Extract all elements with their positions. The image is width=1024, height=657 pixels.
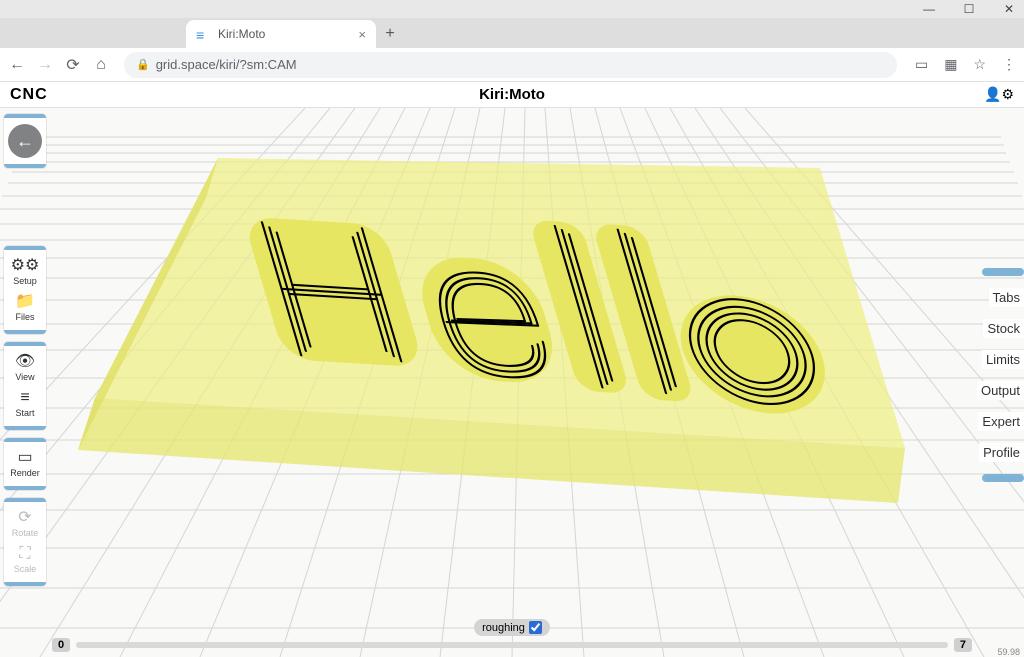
slider-track[interactable] <box>76 642 948 648</box>
panel-item-limits[interactable]: Limits <box>982 350 1024 369</box>
tool-label: Rotate <box>12 528 39 538</box>
nav-forward-icon[interactable]: → <box>36 56 54 74</box>
tool-label: Files <box>15 312 34 322</box>
mode-label[interactable]: CNC <box>10 86 48 104</box>
roughing-checkbox[interactable] <box>529 621 542 634</box>
nav-back-icon[interactable]: ← <box>8 56 26 74</box>
roughing-toggle[interactable]: roughing <box>474 619 550 636</box>
scale-icon: ⛶ <box>19 546 30 562</box>
rectangle-dashed-icon: ▭ <box>17 450 32 466</box>
nav-home-icon[interactable]: ⌂ <box>92 56 110 74</box>
tool-start[interactable]: ≡ Start <box>4 386 46 422</box>
cast-icon[interactable]: ▭ <box>915 56 928 73</box>
lock-icon: 🔒 <box>136 58 150 71</box>
bookmark-icon[interactable]: ☆ <box>973 56 986 73</box>
tool-group-render: ▭ Render <box>4 438 46 490</box>
folder-icon: 📁 <box>15 294 35 310</box>
panel-item-expert[interactable]: Expert <box>978 412 1024 431</box>
left-toolbar: ← ⚙⚙ Setup 📁 Files 👁 View ≡ Start <box>4 114 46 586</box>
browser-right-icons: ▭ ▦ ☆ ⋮ <box>915 56 1016 73</box>
list-icon: ≡ <box>20 390 29 406</box>
panel-cap-top <box>982 268 1024 276</box>
tab-favicon-icon <box>196 27 210 41</box>
app-title: Kiri:Moto <box>479 86 545 103</box>
tool-label: Render <box>10 468 40 478</box>
window-close-icon[interactable]: ✕ <box>1002 2 1016 16</box>
tool-view[interactable]: 👁 View <box>4 350 46 386</box>
browser-tab-active[interactable]: Kiri:Moto × <box>186 20 376 48</box>
bottom-bar: roughing 0 7 <box>0 619 1024 657</box>
menu-icon[interactable]: ⋮ <box>1002 56 1016 73</box>
user-settings-icon[interactable]: 👤⚙ <box>984 86 1014 103</box>
tool-group-rotate-scale: ⟳ Rotate ⛶ Scale <box>4 498 46 586</box>
panel-cap-bottom <box>982 474 1024 482</box>
gear-icon: ⚙⚙ <box>11 258 40 274</box>
url-input[interactable]: 🔒 grid.space/kiri/?sm:CAM <box>124 52 897 78</box>
right-panel: Tabs Stock Limits Output Expert Profile <box>970 268 1024 482</box>
eye-icon: 👁 <box>15 354 35 370</box>
slider-fill <box>76 642 948 648</box>
tool-label: Scale <box>14 564 37 574</box>
panel-item-tabs[interactable]: Tabs <box>989 288 1024 307</box>
roughing-label: roughing <box>482 622 525 634</box>
slider-start-label: 0 <box>52 638 70 652</box>
browser-address-bar: ← → ⟳ ⌂ 🔒 grid.space/kiri/?sm:CAM ▭ ▦ ☆ … <box>0 48 1024 82</box>
slider-end-label: 7 <box>954 638 972 652</box>
url-text: grid.space/kiri/?sm:CAM <box>156 57 297 72</box>
nav-reload-icon[interactable]: ⟳ <box>64 56 82 74</box>
browser-tab-strip: Kiri:Moto × + <box>0 18 1024 48</box>
panel-item-profile[interactable]: Profile <box>979 443 1024 462</box>
tab-title: Kiri:Moto <box>218 27 265 41</box>
window-titlebar: — ☐ ✕ <box>0 0 1024 18</box>
window-maximize-icon[interactable]: ☐ <box>962 2 976 16</box>
tool-label: View <box>15 372 34 382</box>
tool-label: Setup <box>13 276 37 286</box>
window-minimize-icon[interactable]: — <box>922 2 936 16</box>
panel-item-stock[interactable]: Stock <box>983 319 1024 338</box>
new-tab-button[interactable]: + <box>376 20 404 48</box>
tool-render[interactable]: ▭ Render <box>4 446 46 482</box>
app-header: CNC Kiri:Moto 👤⚙ <box>0 82 1024 108</box>
tool-setup[interactable]: ⚙⚙ Setup <box>4 254 46 290</box>
tool-group-view-start: 👁 View ≡ Start <box>4 342 46 430</box>
tool-group-nav: ← <box>4 114 46 168</box>
layer-slider[interactable]: 0 7 <box>52 638 972 652</box>
panel-item-output[interactable]: Output <box>977 381 1024 400</box>
tool-rotate[interactable]: ⟳ Rotate <box>4 506 46 542</box>
scene-svg <box>0 108 1024 657</box>
rotate-icon: ⟳ <box>18 510 31 526</box>
tool-files[interactable]: 📁 Files <box>4 290 46 326</box>
viewport-3d[interactable]: ← ⚙⚙ Setup 📁 Files 👁 View ≡ Start <box>0 108 1024 657</box>
tab-close-icon[interactable]: × <box>358 27 366 42</box>
tool-label: Start <box>15 408 34 418</box>
qr-icon[interactable]: ▦ <box>944 56 957 73</box>
tool-group-setup-files: ⚙⚙ Setup 📁 Files <box>4 246 46 334</box>
tool-scale[interactable]: ⛶ Scale <box>4 542 46 578</box>
back-button[interactable]: ← <box>8 124 42 158</box>
